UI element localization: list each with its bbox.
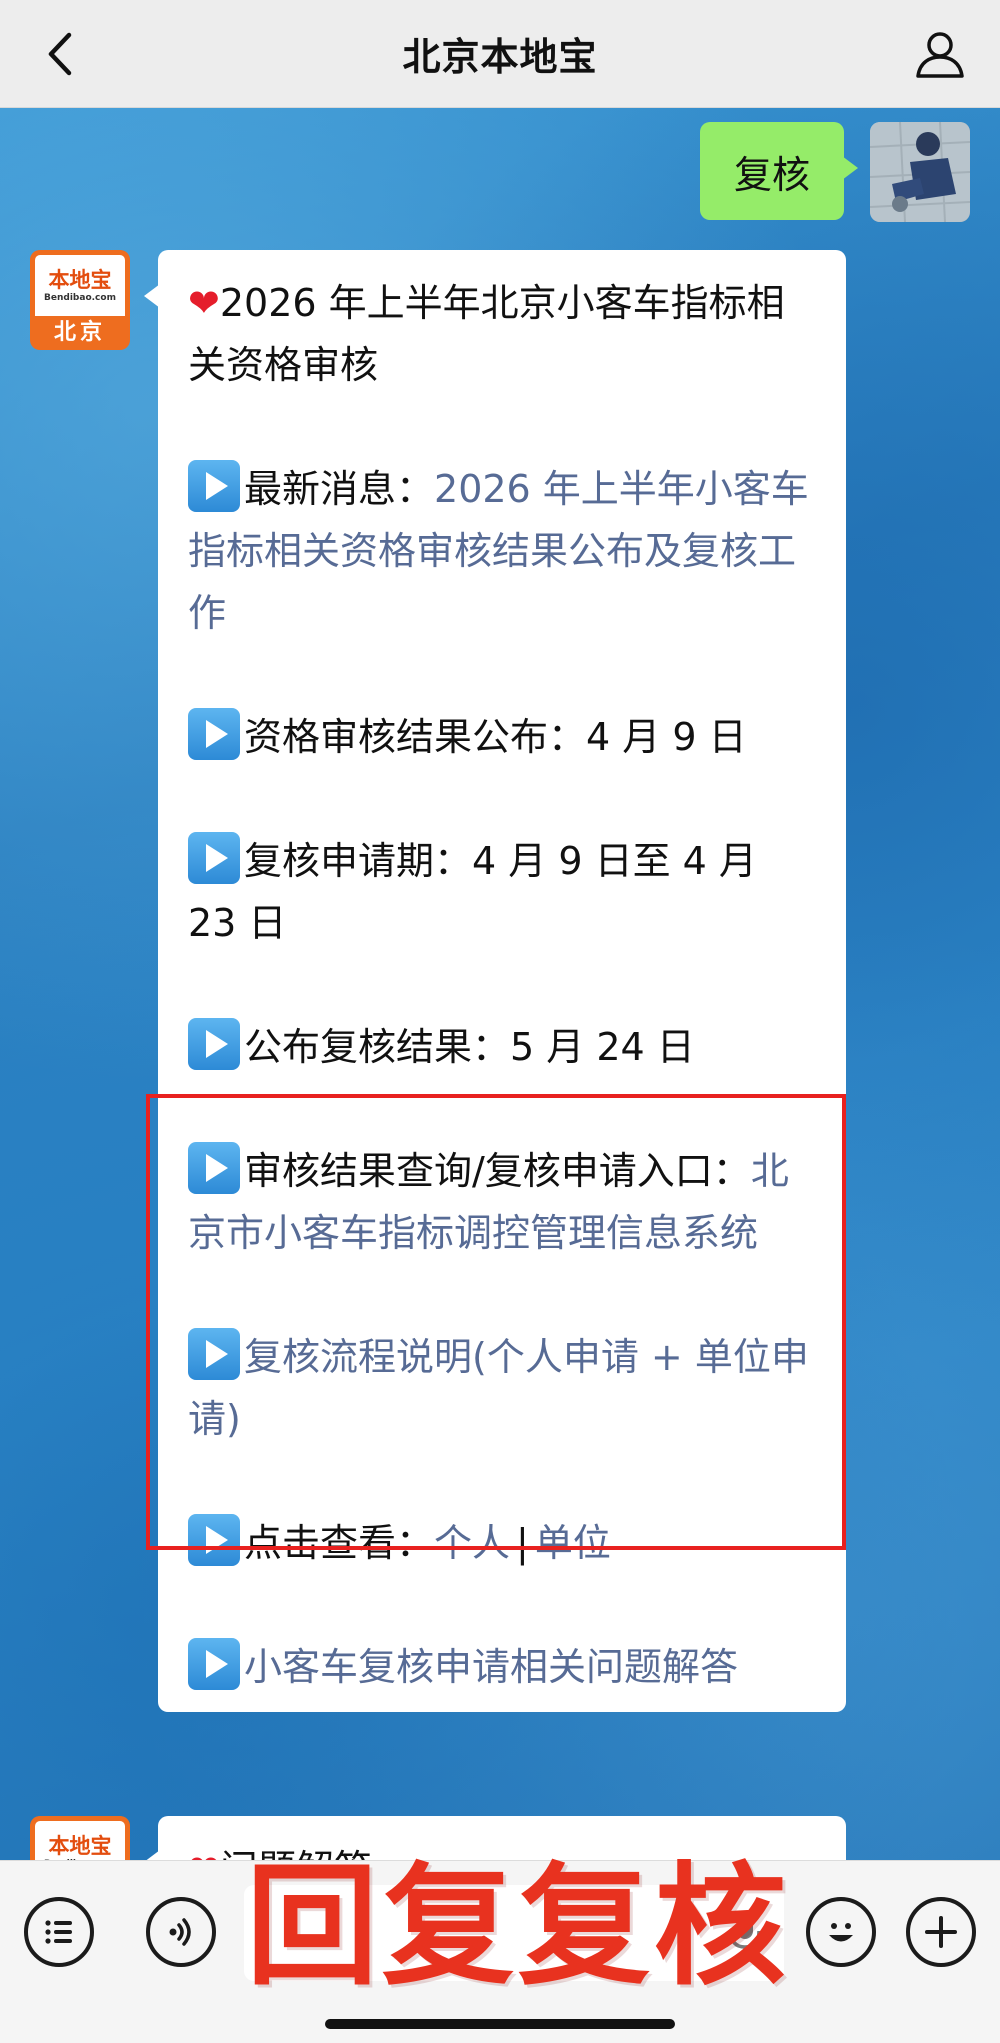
bot-message-bubble: ❤2026 年上半年北京小客车指标相关资格审核 最新消息：2026 年上半年小客…	[144, 250, 846, 1712]
process-line: 复核流程说明(个人申请 + 单位申请)	[188, 1326, 816, 1450]
user-avatar[interactable]	[870, 122, 970, 222]
play-icon	[188, 1328, 240, 1380]
bot-logo-brand: 本地宝	[48, 267, 112, 292]
menu-button[interactable]	[24, 1897, 94, 1967]
user-avatar-image	[870, 122, 970, 222]
heading-text: 2026 年上半年北京小客车指标相关资格审核	[188, 281, 785, 387]
top-bar: 北京本地宝	[0, 0, 1000, 108]
bot-logo: 本地宝 Bendibao.com	[30, 1816, 130, 1860]
result-publish-text: 资格审核结果公布：4 月 9 日	[244, 715, 747, 759]
play-icon	[188, 1018, 240, 1070]
faq-line: 小客车复核申请相关问题解答	[188, 1636, 816, 1698]
home-indicator[interactable]	[325, 2019, 675, 2029]
bot-avatar[interactable]: 本地宝 Bendibao.com 北京	[30, 250, 130, 350]
user-message-bubble[interactable]: 复核	[699, 122, 859, 220]
view-separator: |	[516, 1521, 529, 1565]
play-icon	[188, 1638, 240, 1690]
voice-icon	[169, 1918, 191, 1946]
play-icon	[188, 832, 240, 884]
message-heading: ❤2026 年上半年北京小客车指标相关资格审核	[188, 272, 816, 396]
faq-link[interactable]: 小客车复核申请相关问题解答	[244, 1645, 738, 1689]
chat-area[interactable]: 复核 本地宝 Bendibao.com 北京 ❤2026 年上半年北京小客车指标…	[0, 108, 1000, 1860]
play-icon	[188, 708, 240, 760]
user-message-text: 复核	[733, 152, 810, 197]
review-result-text: 公布复核结果：5 月 24 日	[244, 1025, 695, 1069]
smiley-icon	[829, 1923, 853, 1942]
view-personal-link[interactable]: 个人	[434, 1521, 510, 1565]
play-icon	[188, 1514, 240, 1566]
list-icon	[45, 1920, 72, 1944]
chevron-left-icon	[48, 32, 72, 76]
profile-button[interactable]	[908, 22, 972, 86]
bot-logo-city: 北京	[53, 320, 106, 345]
result-publish-line: 资格审核结果公布：4 月 9 日	[188, 706, 816, 768]
review-period-line: 复核申请期：4 月 9 日至 4 月 23 日	[188, 830, 816, 954]
entry-line: 审核结果查询/复核申请入口：北京市小客车指标调控管理信息系统	[188, 1140, 816, 1264]
view-label: 点击查看：	[244, 1521, 435, 1565]
bot-logo: 本地宝 Bendibao.com	[30, 250, 130, 316]
back-button[interactable]	[32, 26, 88, 82]
plus-button[interactable]	[906, 1897, 976, 1967]
voice-toggle-button[interactable]	[146, 1897, 216, 1967]
plus-icon	[925, 1916, 957, 1948]
page-title: 北京本地宝	[402, 35, 598, 79]
emoji-button[interactable]	[806, 1897, 876, 1967]
news-label: 最新消息：	[244, 467, 435, 511]
news-line: 最新消息：2026 年上半年小客车指标相关资格审核结果公布及复核工作	[188, 458, 816, 644]
bot-avatar[interactable]: 本地宝 Bendibao.com 北京	[30, 1816, 130, 1860]
view-unit-link[interactable]: 单位	[535, 1521, 611, 1565]
play-icon	[188, 1142, 240, 1194]
heart-icon: ❤	[188, 281, 220, 325]
review-result-line: 公布复核结果：5 月 24 日	[188, 1016, 816, 1078]
bot-logo-brand: 本地宝	[48, 1833, 112, 1858]
view-line: 点击查看：个人 | 单位	[188, 1512, 816, 1574]
entry-label: 审核结果查询/复核申请入口：	[244, 1149, 751, 1193]
heart-icon: ❤	[188, 1847, 220, 1860]
person-icon	[916, 32, 964, 78]
process-link[interactable]: 复核流程说明(个人申请 + 单位申请)	[188, 1335, 809, 1441]
review-period-text: 复核申请期：4 月 9 日至 4 月 23 日	[188, 839, 757, 945]
play-icon	[188, 460, 240, 512]
bot-logo-url: Bendibao.com	[44, 292, 116, 303]
overlay-caption: 回复复核	[246, 1850, 790, 2004]
